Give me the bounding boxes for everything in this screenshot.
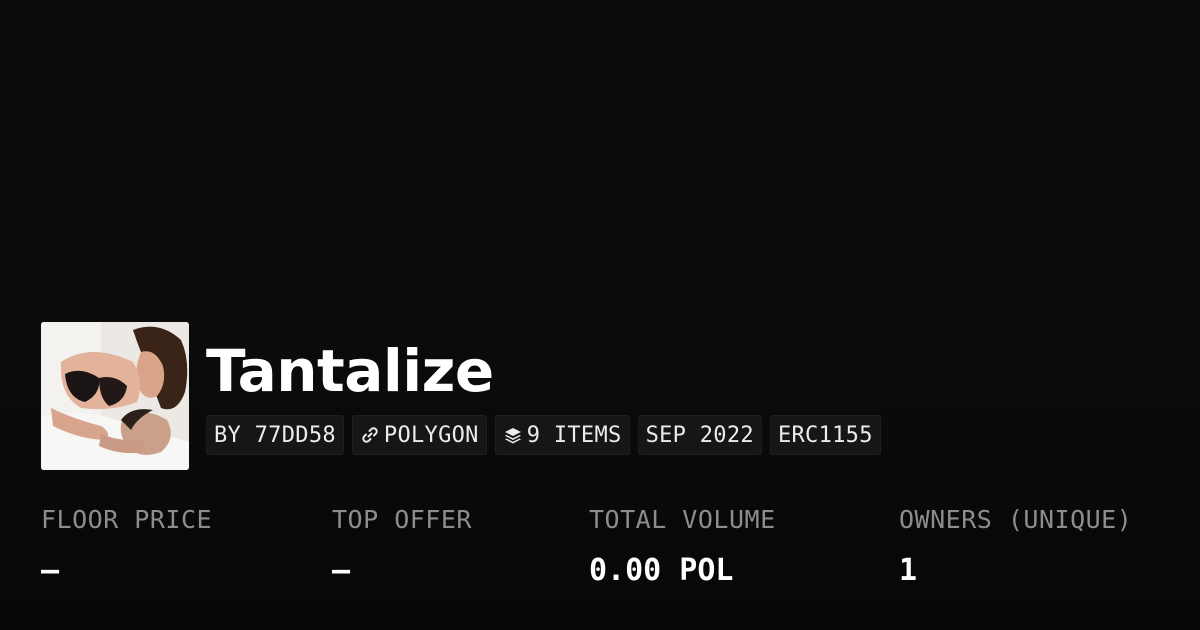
- total-volume-label: TOTAL VOLUME: [589, 505, 776, 534]
- top-offer-label: TOP OFFER: [332, 505, 472, 534]
- creator-label: BY 77DD58: [214, 422, 336, 448]
- link-icon: [360, 425, 380, 445]
- collection-image-icon: [41, 322, 189, 470]
- standard-label: ERC1155: [777, 422, 873, 448]
- creator-tag[interactable]: BY 77DD58: [206, 415, 344, 455]
- floor-price-label: FLOOR PRICE: [41, 505, 213, 534]
- layers-icon: [503, 425, 523, 445]
- collection-tags: BY 77DD58 POLYGON 9 ITEMS SEP 2022 ERC11…: [206, 415, 881, 455]
- floor-price-value: –: [41, 553, 60, 588]
- items-label: 9 ITEMS: [526, 422, 622, 448]
- collection-card: Tantalize BY 77DD58 POLYGON 9 ITEMS SEP …: [0, 0, 1200, 630]
- date-tag: SEP 2022: [637, 415, 762, 455]
- standard-tag: ERC1155: [769, 415, 881, 455]
- total-volume-value: 0.00 POL: [589, 553, 734, 588]
- owners-value: 1: [899, 553, 918, 588]
- date-label: SEP 2022: [645, 422, 754, 448]
- collection-avatar[interactable]: [41, 322, 189, 470]
- top-offer-value: –: [332, 553, 351, 588]
- chain-tag[interactable]: POLYGON: [351, 415, 487, 455]
- chain-label: POLYGON: [383, 422, 479, 448]
- owners-label: OWNERS (UNIQUE): [899, 505, 1133, 534]
- collection-title: Tantalize: [206, 337, 494, 405]
- items-tag[interactable]: 9 ITEMS: [494, 415, 630, 455]
